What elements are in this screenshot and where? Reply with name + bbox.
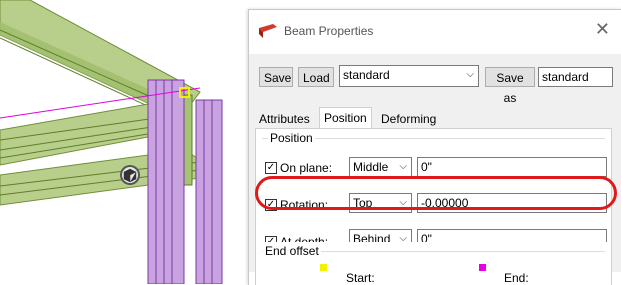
load-button[interactable]: Load [298,67,334,87]
dialog-title: Beam Properties [284,24,374,38]
chevron-down-icon: ⌵ [466,69,474,80]
save-as-button[interactable]: Save as [485,67,535,105]
tab-deforming[interactable]: Deforming [377,110,440,128]
on-plane-select[interactable]: Middle ⌵ [349,157,412,177]
beam-properties-dialog: Beam Properties ✕ Save Load standard ⌵ S… [248,9,621,285]
on-plane-checkbox[interactable]: ✓ [265,162,277,174]
model-view-canvas[interactable] [0,0,249,284]
dialog-titlebar[interactable]: Beam Properties ✕ [249,10,621,54]
model-viewport[interactable] [0,0,249,284]
save-as-name-input[interactable]: standard [538,67,613,87]
on-plane-offset-input[interactable]: 0" [417,157,607,177]
on-plane-select-value: Middle [353,160,389,174]
rotate-handle-icon [120,165,140,185]
start-color-swatch [320,264,327,271]
end-label: End: [504,271,529,285]
preset-select-value: standard [343,68,390,82]
save-button[interactable]: Save [259,67,293,87]
end-offset-panel: End offset Start: End: [255,242,612,285]
on-plane-label: On plane: [280,161,333,175]
end-color-swatch [479,264,486,271]
dialog-toolbar: Save Load standard ⌵ Save as standard [249,54,621,105]
tab-attributes[interactable]: Attributes [255,110,314,128]
position-group-label: Position [268,131,315,145]
start-label: Start: [346,271,375,285]
chevron-down-icon: ⌵ [399,161,407,172]
beam-icon [259,24,277,38]
tab-position[interactable]: Position [319,107,372,130]
end-offset-group-label: End offset [263,244,321,258]
rotation-row-highlight [255,176,617,210]
close-icon[interactable]: ✕ [595,20,610,38]
preset-select[interactable]: standard ⌵ [339,65,479,87]
